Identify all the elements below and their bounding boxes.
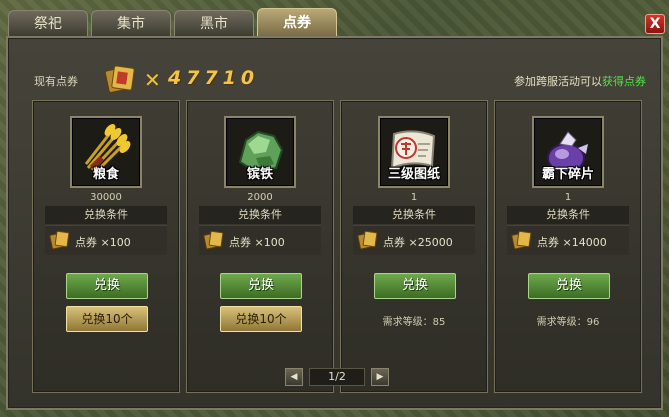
coupon-icon: [511, 230, 532, 250]
item-name: 镔铁: [246, 167, 273, 182]
exchange-button[interactable]: 兑换: [220, 273, 302, 299]
cost-text: 点券 ×14000: [537, 236, 607, 249]
exchange-cost: 点券 ×14000: [507, 225, 629, 255]
exchange-10-button[interactable]: 兑换10个: [220, 306, 302, 332]
coupon-icon: [357, 230, 378, 250]
coupon-balance-label: 现有点券: [34, 75, 78, 88]
coupon-icon: [104, 65, 135, 93]
exchange-condition-title: 兑换条件: [45, 206, 167, 224]
item-slot[interactable]: 三级图纸: [378, 116, 450, 188]
coupon-icon: [49, 230, 70, 250]
exchange-button[interactable]: 兑换: [374, 273, 456, 299]
level-requirement: 需求等级：85: [382, 317, 446, 328]
event-note-text: 参加跨服活动可以: [514, 75, 602, 88]
coupon-shop-panel: 现有点券 ✕ 47710 参加跨服活动可以获得点券 粮食 30000 兑换条件 …: [6, 36, 663, 410]
tab-bar: 祭祀 集市 黑市 点券: [8, 8, 337, 36]
exchange-cost: 点券 ×25000: [353, 225, 475, 255]
exchange-10-button[interactable]: 兑换10个: [66, 306, 148, 332]
close-button[interactable]: X: [645, 14, 665, 34]
tab-market[interactable]: 集市: [91, 10, 171, 36]
cost-text: 点券 ×100: [229, 236, 285, 249]
item-quantity: 30000: [90, 192, 122, 203]
cost-text: 点券 ×100: [75, 236, 131, 249]
item-quantity: 1: [410, 192, 418, 203]
exchange-condition-title: 兑换条件: [353, 206, 475, 224]
multiply-icon: ✕: [144, 68, 161, 92]
previous-page-button[interactable]: ◀: [285, 368, 303, 386]
item-name: 三级图纸: [387, 167, 440, 182]
tab-sacrifice[interactable]: 祭祀: [8, 10, 88, 36]
item-card: 粮食 30000 兑换条件 点券 ×100 兑换 兑换10个: [32, 100, 180, 393]
level-requirement: 需求等级：96: [536, 317, 600, 328]
tab-coupons[interactable]: 点券: [257, 8, 337, 36]
page-indicator: 1/2: [309, 368, 365, 386]
exchange-condition-title: 兑换条件: [199, 206, 321, 224]
next-page-button[interactable]: ▶: [371, 368, 389, 386]
coupon-icon: [203, 230, 224, 250]
item-name: 粮食: [92, 167, 119, 182]
cost-text: 点券 ×25000: [383, 236, 453, 249]
item-slot[interactable]: 粮食: [70, 116, 142, 188]
exchange-button[interactable]: 兑换: [528, 273, 610, 299]
item-name: 霸下碎片: [541, 167, 594, 182]
exchange-cost: 点券 ×100: [45, 225, 167, 255]
item-slot[interactable]: 霸下碎片: [532, 116, 604, 188]
get-coupons-link[interactable]: 获得点券: [602, 75, 646, 88]
tab-black-market[interactable]: 黑市: [174, 10, 254, 36]
exchange-condition-title: 兑换条件: [507, 206, 629, 224]
item-card: 霸下碎片 1 兑换条件 点券 ×14000 兑换 需求等级：96: [494, 100, 642, 393]
item-card: 镔铁 2000 兑换条件 点券 ×100 兑换 兑换10个: [186, 100, 334, 393]
coupon-amount: 47710: [168, 67, 260, 89]
item-quantity: 2000: [247, 192, 273, 203]
item-card: 三级图纸 1 兑换条件 点券 ×25000 兑换 需求等级：85: [340, 100, 488, 393]
exchange-button[interactable]: 兑换: [66, 273, 148, 299]
coupon-header: 现有点券 ✕ 47710 参加跨服活动可以获得点券: [34, 64, 646, 94]
item-cards: 粮食 30000 兑换条件 点券 ×100 兑换 兑换10个 镔铁 2000 兑…: [32, 100, 642, 393]
event-note: 参加跨服活动可以获得点券: [514, 73, 646, 89]
item-quantity: 1: [564, 192, 572, 203]
item-slot[interactable]: 镔铁: [224, 116, 296, 188]
exchange-cost: 点券 ×100: [199, 225, 321, 255]
